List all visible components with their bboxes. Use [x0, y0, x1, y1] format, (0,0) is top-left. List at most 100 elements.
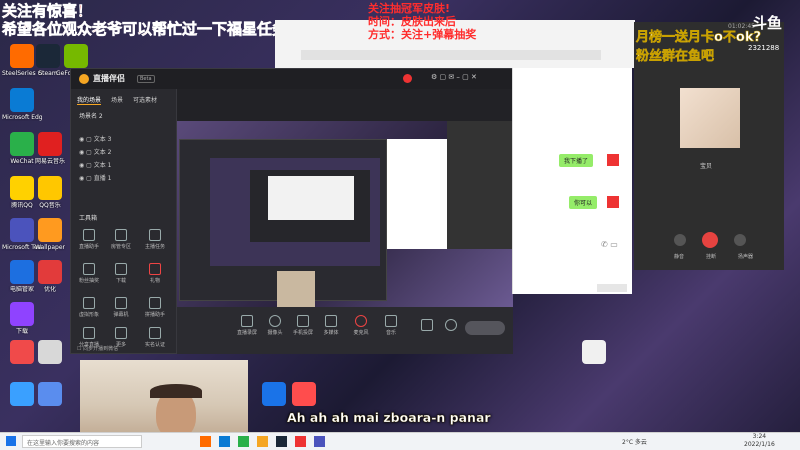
- chat-window[interactable]: 我下播了 你可以 ✆ ▭: [512, 68, 632, 294]
- overlay-line-2: 时间：皮肤出来后: [368, 15, 456, 28]
- tool-button[interactable]: 虚拟形象: [77, 297, 101, 318]
- taskbar: 在这里输入你要搜索的内容 2°C 多云 3:24 2022/1/16: [0, 432, 800, 450]
- desktop-icon[interactable]: 下载: [2, 302, 42, 335]
- caller-avatar: [680, 88, 740, 148]
- tab-materials[interactable]: 可选素材: [133, 95, 157, 105]
- taskbar-search[interactable]: 在这里输入你要搜索的内容: [22, 435, 142, 448]
- gift-icon: [149, 263, 161, 275]
- optimize-icon: [38, 260, 62, 284]
- tool-button[interactable]: 房管专区: [109, 229, 133, 250]
- tool-button[interactable]: 直播助手: [77, 229, 101, 250]
- left-panel: 我的场景 场景 可选素材 场景名 2 ◉ ▢ 文本 3 ◉ ▢ 文本 2 ◉ ▢…: [71, 89, 177, 353]
- overlay-line-1: 关注抽冠军皮肤!: [368, 2, 451, 15]
- start-live-button[interactable]: [465, 321, 505, 335]
- bottom-toolbar: 直播录屏 摄像头 手机投屏 多媒体 麦克风 音乐: [177, 307, 513, 354]
- tool-button[interactable]: 实名认证: [143, 327, 167, 348]
- list-item[interactable]: ◉ ▢ 文本 1: [79, 159, 111, 172]
- settings-button[interactable]: [439, 319, 463, 333]
- taskbar-apps: [200, 436, 325, 447]
- version-badge: Beta: [137, 75, 155, 83]
- microphone-button[interactable]: 麦克风: [349, 315, 373, 336]
- tool-icon: [149, 297, 161, 309]
- app-icon[interactable]: [314, 436, 325, 447]
- tool-icon: [83, 327, 95, 339]
- tool-button[interactable]: 主播任务: [143, 229, 167, 250]
- music-icon: [38, 132, 62, 156]
- edge-icon[interactable]: [219, 436, 230, 447]
- windows-start-icon[interactable]: [6, 436, 16, 446]
- steam-icon[interactable]: [276, 436, 287, 447]
- window-controls[interactable]: ⚙ ▢ ✉ – ▢ ✕: [431, 73, 477, 81]
- tool-button[interactable]: 下载: [109, 263, 133, 284]
- wallpaper-icon: [38, 218, 62, 242]
- desktop-icon[interactable]: QQ音乐: [30, 176, 70, 209]
- source-list: ◉ ▢ 文本 3 ◉ ▢ 文本 2 ◉ ▢ 文本 1 ◉ ▢ 直播 1: [79, 133, 111, 185]
- screen-record-button[interactable]: 直播录屏: [235, 315, 259, 336]
- music-button[interactable]: 音乐: [379, 315, 403, 336]
- camera-icon: [269, 315, 281, 327]
- avatar[interactable]: [403, 74, 412, 83]
- folder-icon[interactable]: [257, 436, 268, 447]
- wechat-sync-checkbox[interactable]: ☐ 同步开播到微信: [77, 345, 118, 352]
- app-icon[interactable]: [200, 436, 211, 447]
- media-button[interactable]: 多媒体: [319, 315, 343, 336]
- overlay-line-1: 月榜一送月卡o不ok?: [636, 30, 762, 46]
- desktop-icon[interactable]: [574, 340, 614, 366]
- phone-cast-button[interactable]: 手机投屏: [291, 315, 315, 336]
- tool-button[interactable]: 拼播助手: [143, 297, 167, 318]
- toolbar: [177, 89, 513, 121]
- skin-overlay: 关注抽冠军皮肤! 时间：皮肤出来后 方式：关注+弹幕抽奖: [368, 2, 476, 41]
- chat-message: 我下播了: [559, 154, 594, 167]
- download-icon: [115, 263, 127, 275]
- tool-button[interactable]: 礼物: [143, 263, 167, 284]
- mute-button[interactable]: [674, 234, 686, 246]
- lyric-subtitle: Ah ah ah mai zboara-n panar: [287, 410, 491, 425]
- app-icon: [262, 382, 286, 406]
- tool-button[interactable]: 弹幕机: [109, 297, 133, 318]
- title-bar: 直播伴侣 Beta ⚙ ▢ ✉ – ▢ ✕: [71, 69, 513, 89]
- desktop-icon[interactable]: [30, 340, 70, 366]
- wechat-icon[interactable]: [238, 436, 249, 447]
- geforce-icon: [64, 44, 88, 68]
- app-icon: [10, 302, 34, 326]
- desktop-icon[interactable]: Wallpaper: [30, 218, 70, 251]
- camera-button[interactable]: 摄像头: [263, 315, 287, 336]
- speaker-icon: [385, 315, 397, 327]
- tool-button[interactable]: 粉丝抽奖: [77, 263, 101, 284]
- logo-icon: [79, 74, 89, 84]
- game-icon: [292, 382, 316, 406]
- list-item[interactable]: ◉ ▢ 文本 3: [79, 133, 111, 146]
- nested-preview-deepest: [268, 176, 354, 220]
- caller-name: 宝贝: [700, 163, 713, 170]
- list-item[interactable]: ◉ ▢ 直播 1: [79, 172, 111, 185]
- call-icons[interactable]: ✆ ▭: [601, 240, 618, 249]
- desktop-icon[interactable]: Microsoft Edge: [2, 88, 42, 121]
- more-icon: [115, 327, 127, 339]
- desktop-icon[interactable]: [284, 382, 324, 408]
- edge-icon: [10, 88, 34, 112]
- speaker-button[interactable]: [734, 234, 746, 246]
- list-item[interactable]: ◉ ▢ 文本 2: [79, 146, 111, 159]
- hangup-button[interactable]: [702, 232, 718, 248]
- desktop-icon[interactable]: 优化: [30, 260, 70, 293]
- qq-music-icon: [38, 176, 62, 200]
- desktop-icon[interactable]: [30, 382, 70, 408]
- overlay-line-2: 希望各位观众老爷可以帮忙过一下福星任务: [2, 20, 288, 39]
- tab-scenes[interactable]: 场景: [111, 95, 123, 105]
- app-icon[interactable]: [295, 436, 306, 447]
- panel-tabs: 我的场景 场景 可选素材: [77, 95, 157, 105]
- person-hair: [150, 384, 202, 398]
- fan-overlay: 月榜一送月卡o不ok? 粉丝群在鱼吧: [636, 28, 762, 66]
- browser-tabs: [301, 50, 601, 60]
- streaming-app-window[interactable]: 直播伴侣 Beta ⚙ ▢ ✉ – ▢ ✕ 我的场景 场景 可选素材 场景名 2…: [70, 68, 513, 354]
- scene-name[interactable]: 场景名 2: [79, 111, 103, 120]
- avatar: [607, 154, 619, 166]
- tab-my-scenes[interactable]: 我的场景: [77, 95, 102, 105]
- tool-icon: [115, 297, 127, 309]
- weather[interactable]: 2°C 多云: [622, 437, 647, 446]
- send-button[interactable]: [597, 284, 627, 292]
- video-button[interactable]: [415, 319, 439, 333]
- toolbox-title: 工具箱: [79, 215, 98, 222]
- desktop-icon[interactable]: 网易云音乐: [30, 132, 70, 165]
- clock[interactable]: 3:24 2022/1/16: [744, 433, 775, 449]
